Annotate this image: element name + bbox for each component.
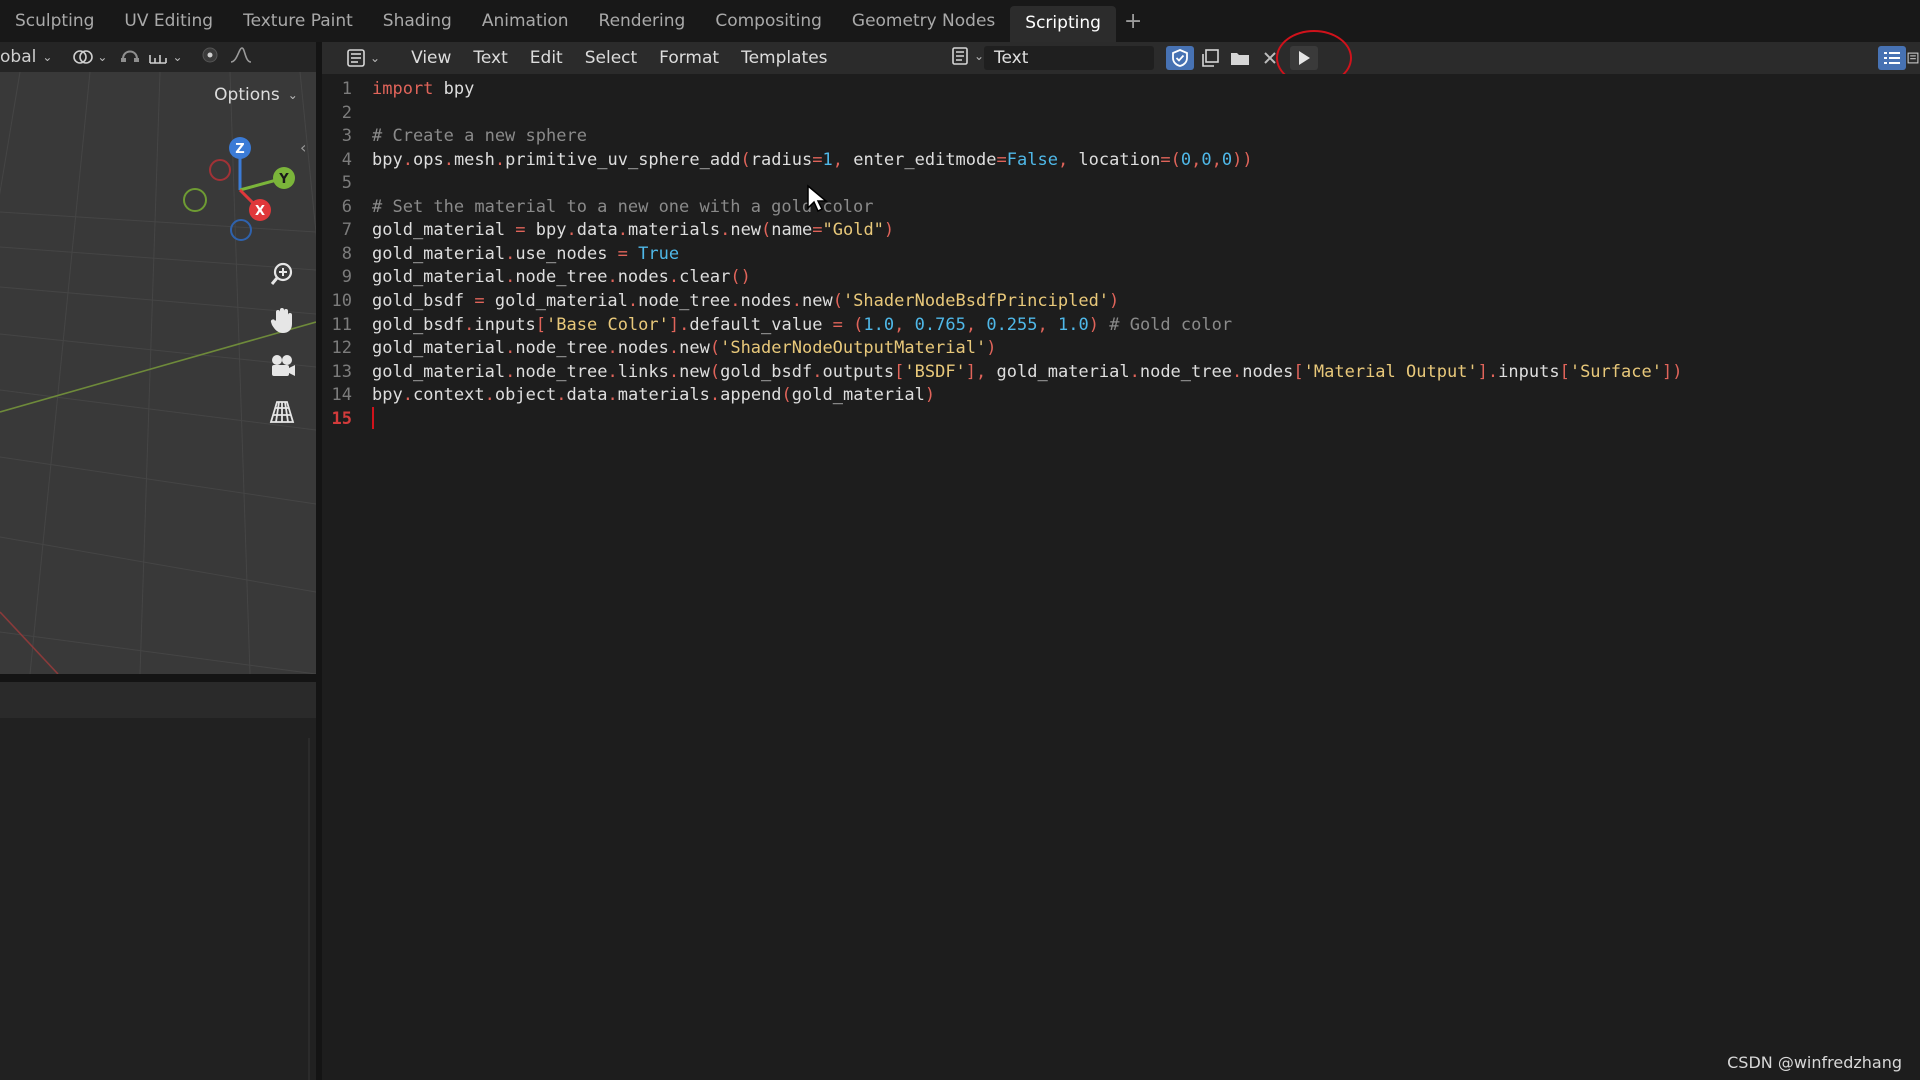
options-label: Options <box>214 85 280 105</box>
gizmo-z-label: Z <box>235 142 244 157</box>
menu-select[interactable]: Select <box>574 48 648 68</box>
tab-animation[interactable]: Animation <box>467 4 584 38</box>
watermark: CSDN @winfredzhang <box>1727 1053 1902 1072</box>
line-number: 3 <box>341 126 352 147</box>
tab-texture-paint[interactable]: Texture Paint <box>228 4 368 38</box>
code-line[interactable]: gold_bsdf = gold_material.node_tree.node… <box>372 290 1119 314</box>
area-divider[interactable] <box>0 674 316 682</box>
fake-user-button[interactable] <box>1166 46 1194 70</box>
panel-divider-line <box>308 738 310 1080</box>
options-dropdown[interactable]: Options ⌄ <box>206 82 306 108</box>
new-text-button[interactable] <box>1196 46 1224 70</box>
line-number: 8 <box>341 243 352 264</box>
document-icon <box>952 47 968 65</box>
zoom-button[interactable] <box>264 256 300 292</box>
line-number: 9 <box>341 267 352 288</box>
gizmo-x-label: X <box>255 204 265 219</box>
3d-viewport[interactable]: Options ⌄ ‹ Z Y X <box>0 72 316 674</box>
pan-button[interactable] <box>264 302 300 338</box>
camera-icon <box>272 355 295 376</box>
mouse-pointer-icon <box>807 184 828 213</box>
shield-icon <box>1172 49 1188 67</box>
code-line[interactable]: import bpy <box>372 78 474 102</box>
line-number: 2 <box>341 102 352 123</box>
line-number: 12 <box>331 338 352 359</box>
menu-edit[interactable]: Edit <box>519 48 574 68</box>
snap-target-icon[interactable]: ⌄ <box>147 47 183 67</box>
grid-perspective-icon <box>269 401 295 423</box>
text-cursor <box>372 407 374 429</box>
open-text-button[interactable] <box>1226 46 1254 70</box>
line-number: 4 <box>341 149 352 170</box>
menu-view[interactable]: View <box>400 48 462 68</box>
perspective-toggle-button[interactable] <box>264 394 300 430</box>
gizmo-y-label: Y <box>278 172 289 187</box>
falloff-icon[interactable] <box>229 45 253 70</box>
text-editor-header: ⌄ View Text Edit Select Format Templates… <box>322 42 1920 74</box>
code-line[interactable]: gold_bsdf.inputs['Base Color'].default_v… <box>372 314 1232 338</box>
transform-orientation-label: obal <box>0 47 37 67</box>
menu-text[interactable]: Text <box>462 48 518 68</box>
tab-shading[interactable]: Shading <box>368 4 467 38</box>
word-wrap-toggle[interactable] <box>1906 46 1920 70</box>
line-number: 7 <box>341 220 352 241</box>
workspace-tabbar: Sculpting UV Editing Texture Paint Shadi… <box>0 0 1920 42</box>
code-line[interactable]: gold_material = bpy.data.materials.new(n… <box>372 219 894 243</box>
line-number: 6 <box>341 196 352 217</box>
hand-icon <box>270 308 292 333</box>
text-editor-icon <box>347 49 365 67</box>
code-line[interactable]: bpy.ops.mesh.primitive_uv_sphere_add(rad… <box>372 149 1253 173</box>
tab-rendering[interactable]: Rendering <box>584 4 701 38</box>
code-line[interactable]: gold_material.node_tree.nodes.clear() <box>372 266 751 290</box>
camera-view-button[interactable] <box>264 348 300 384</box>
menu-format[interactable]: Format <box>648 48 730 68</box>
line-number: 15 <box>331 408 352 429</box>
add-workspace-button[interactable]: + <box>1116 9 1150 34</box>
chevron-down-icon: ⌄ <box>42 50 53 64</box>
chevron-down-icon: ⌄ <box>974 49 985 63</box>
line-number: 10 <box>331 290 352 311</box>
navigation-gizmo[interactable]: Z Y X <box>168 130 308 250</box>
tab-scripting[interactable]: Scripting <box>1010 6 1116 42</box>
line-numbers-toggle[interactable] <box>1878 46 1906 70</box>
code-line[interactable]: bpy.context.object.data.materials.append… <box>372 384 935 408</box>
pivot-point-icon[interactable]: ⌄ <box>72 47 107 67</box>
magnifier-plus-icon <box>270 262 293 285</box>
folder-icon <box>1231 53 1249 65</box>
code-line[interactable]: gold_material.node_tree.links.new(gold_b… <box>372 361 1682 385</box>
code-line[interactable]: gold_material.use_nodes = True <box>372 243 679 267</box>
chevron-down-icon: ⌄ <box>287 88 298 102</box>
tab-compositing[interactable]: Compositing <box>700 4 837 38</box>
proportional-edit-icon[interactable] <box>199 45 221 70</box>
transform-orientation-dropdown[interactable]: obal ⌄ <box>0 47 52 67</box>
lower-left-header <box>0 682 316 718</box>
line-number: 1 <box>341 79 352 99</box>
editor-type-dropdown[interactable]: ⌄ <box>338 48 388 68</box>
tab-sculpting[interactable]: Sculpting <box>0 4 109 38</box>
word-wrap-icon <box>1907 52 1919 64</box>
line-number: 14 <box>331 385 352 406</box>
line-number: 13 <box>331 361 352 382</box>
snap-icon[interactable] <box>119 45 141 70</box>
line-numbers-icon <box>1884 52 1900 64</box>
tab-uv-editing[interactable]: UV Editing <box>109 4 228 38</box>
line-number: 5 <box>341 173 352 194</box>
code-line[interactable]: # Set the material to a new one with a g… <box>372 196 874 220</box>
lower-left-panel <box>0 718 316 1080</box>
code-line[interactable]: # Create a new sphere <box>372 125 587 149</box>
tab-geometry-nodes[interactable]: Geometry Nodes <box>837 4 1010 38</box>
menu-templates[interactable]: Templates <box>730 48 838 68</box>
code-line[interactable]: gold_material.node_tree.nodes.new('Shade… <box>372 337 996 361</box>
line-number: 11 <box>331 314 352 335</box>
viewport-header: obal ⌄ ⌄ ⌄ <box>0 42 316 72</box>
duplicate-icon <box>1202 49 1219 67</box>
text-datablock-name-field[interactable]: Text <box>984 46 1154 70</box>
chevron-down-icon: ⌄ <box>370 51 381 65</box>
